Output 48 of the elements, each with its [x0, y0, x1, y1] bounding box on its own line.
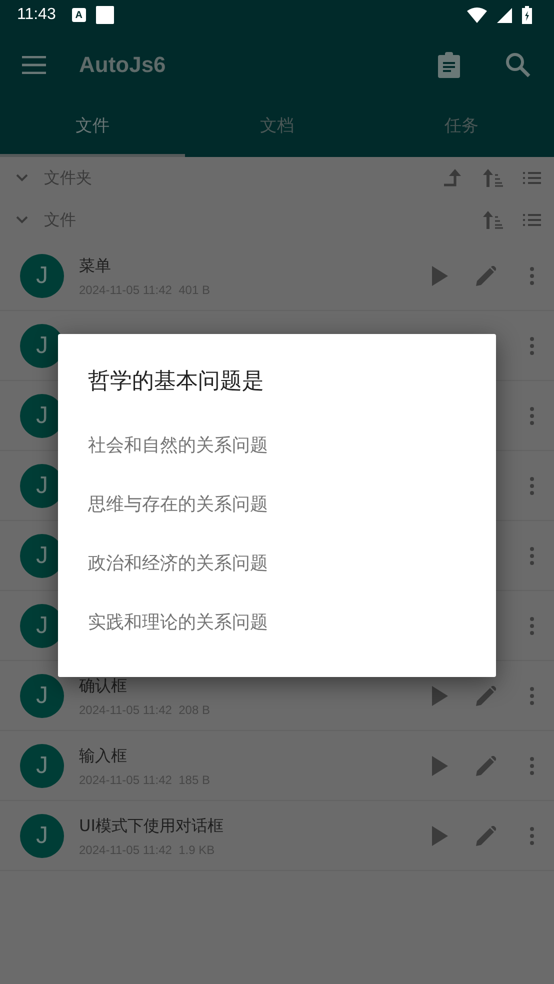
file-name: 输入框: [79, 746, 128, 767]
more-icon[interactable]: [530, 476, 534, 494]
more-icon[interactable]: [530, 756, 534, 774]
more-icon[interactable]: [530, 266, 534, 284]
avatar: J: [20, 744, 64, 788]
more-icon[interactable]: [530, 826, 534, 844]
sort-icon[interactable]: [483, 169, 503, 187]
chevron-down-icon[interactable]: [16, 216, 28, 224]
tab[interactable]: 文件: [0, 100, 185, 157]
sort-icon[interactable]: [483, 211, 503, 229]
dialog-option[interactable]: 思维与存在的关系问题: [88, 475, 268, 534]
more-icon[interactable]: [530, 686, 534, 704]
wifi-icon: [467, 7, 487, 23]
avatar: J: [20, 254, 64, 298]
status-time: 11:43: [17, 6, 56, 24]
avatar: J: [20, 814, 64, 858]
chevron-down-icon[interactable]: [16, 174, 28, 182]
search-icon[interactable]: [505, 52, 531, 78]
pencil-icon[interactable]: [476, 266, 496, 286]
more-icon[interactable]: [530, 546, 534, 564]
file-name: 确认框: [79, 676, 128, 697]
dialog-option[interactable]: 实践和理论的关系问题: [88, 593, 268, 652]
battery-icon: [522, 6, 532, 24]
pencil-icon[interactable]: [476, 826, 496, 846]
signal-icon: [497, 8, 512, 22]
dialog-option[interactable]: 政治和经济的关系问题: [88, 534, 268, 593]
app-title: AutoJs6: [79, 52, 166, 78]
more-icon[interactable]: [530, 336, 534, 354]
list-icon[interactable]: [523, 213, 541, 227]
play-icon[interactable]: [432, 686, 448, 706]
dialog-title: 哲学的基本问题是: [88, 368, 264, 396]
menu-icon[interactable]: [22, 56, 46, 74]
play-icon[interactable]: [432, 756, 448, 776]
notification-icon: A: [72, 8, 86, 22]
file-name: UI模式下使用对话框: [79, 816, 224, 837]
more-icon[interactable]: [530, 406, 534, 424]
arrow-up-icon[interactable]: [443, 169, 463, 187]
file-name: 菜单: [79, 256, 112, 277]
dialog-option[interactable]: 社会和自然的关系问题: [88, 416, 268, 475]
clipboard-icon[interactable]: [438, 52, 460, 78]
pencil-icon[interactable]: [476, 756, 496, 776]
play-icon[interactable]: [432, 266, 448, 286]
avatar: J: [20, 674, 64, 718]
square-icon: [96, 6, 114, 24]
list-icon[interactable]: [523, 171, 541, 185]
pencil-icon[interactable]: [476, 686, 496, 706]
play-icon[interactable]: [432, 826, 448, 846]
more-icon[interactable]: [530, 616, 534, 634]
